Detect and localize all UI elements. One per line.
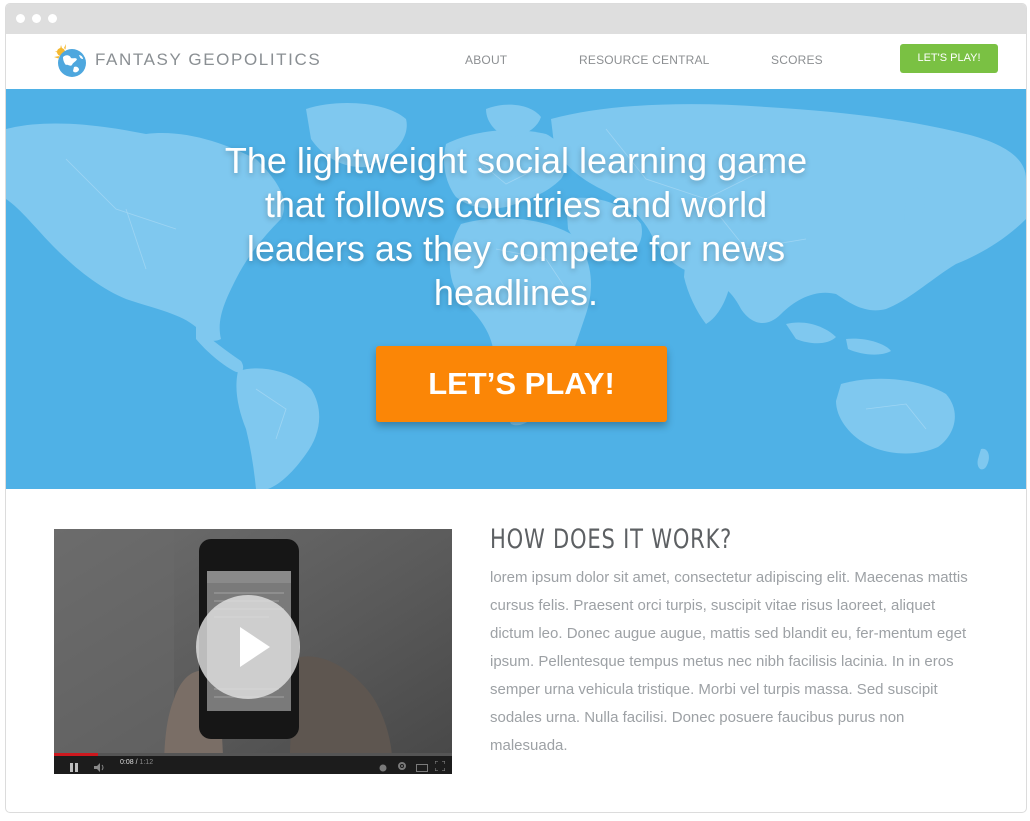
window-dot-icon[interactable] xyxy=(32,14,41,23)
settings-gear-icon[interactable] xyxy=(397,758,407,774)
video-time: 0:08 / 1:12 xyxy=(120,759,154,766)
nav-link-scores[interactable]: SCORES xyxy=(771,53,823,67)
theater-mode-icon[interactable] xyxy=(416,759,428,774)
play-icon xyxy=(240,627,270,667)
video-progress-bar[interactable] xyxy=(54,753,452,756)
window-dot-icon[interactable] xyxy=(16,14,25,23)
how-it-works-body: lorem ipsum dolor sit amet, consectetur … xyxy=(490,569,968,754)
brand-name[interactable]: FANTASY GEOPOLITICS xyxy=(95,50,321,70)
site-header: FANTASY GEOPOLITICS ABOUT RESOURCE CENTR… xyxy=(6,34,1026,89)
browser-window: FANTASY GEOPOLITICS ABOUT RESOURCE CENTR… xyxy=(5,3,1027,813)
browser-chrome-bar xyxy=(6,4,1026,34)
pause-icon[interactable] xyxy=(70,759,78,774)
captions-icon[interactable] xyxy=(379,759,387,774)
hero-headline: The lightweight social learning game tha… xyxy=(224,140,808,313)
how-it-works-title: HOW DOES IT WORK? xyxy=(490,524,733,555)
fullscreen-icon[interactable] xyxy=(434,758,446,774)
window-dot-icon[interactable] xyxy=(48,14,57,23)
nav-link-resource-central[interactable]: RESOURCE CENTRAL xyxy=(579,53,710,67)
play-button[interactable] xyxy=(196,595,300,699)
nav-link-about[interactable]: ABOUT xyxy=(465,53,507,67)
lets-play-hero-button[interactable]: LET’S PLAY! xyxy=(376,346,667,422)
time-current: 0:08 xyxy=(120,759,134,766)
video-player[interactable]: 0:08 / 1:12 xyxy=(54,529,452,774)
video-progress-fill xyxy=(54,753,98,756)
video-controls-bar: 0:08 / 1:12 xyxy=(54,753,452,774)
globe-icon[interactable] xyxy=(53,43,89,79)
time-total: 1:12 xyxy=(139,759,154,766)
lets-play-nav-button[interactable]: LET'S PLAY! xyxy=(900,44,998,73)
hero-section: The lightweight social learning game tha… xyxy=(6,89,1026,489)
volume-icon[interactable] xyxy=(94,759,106,774)
